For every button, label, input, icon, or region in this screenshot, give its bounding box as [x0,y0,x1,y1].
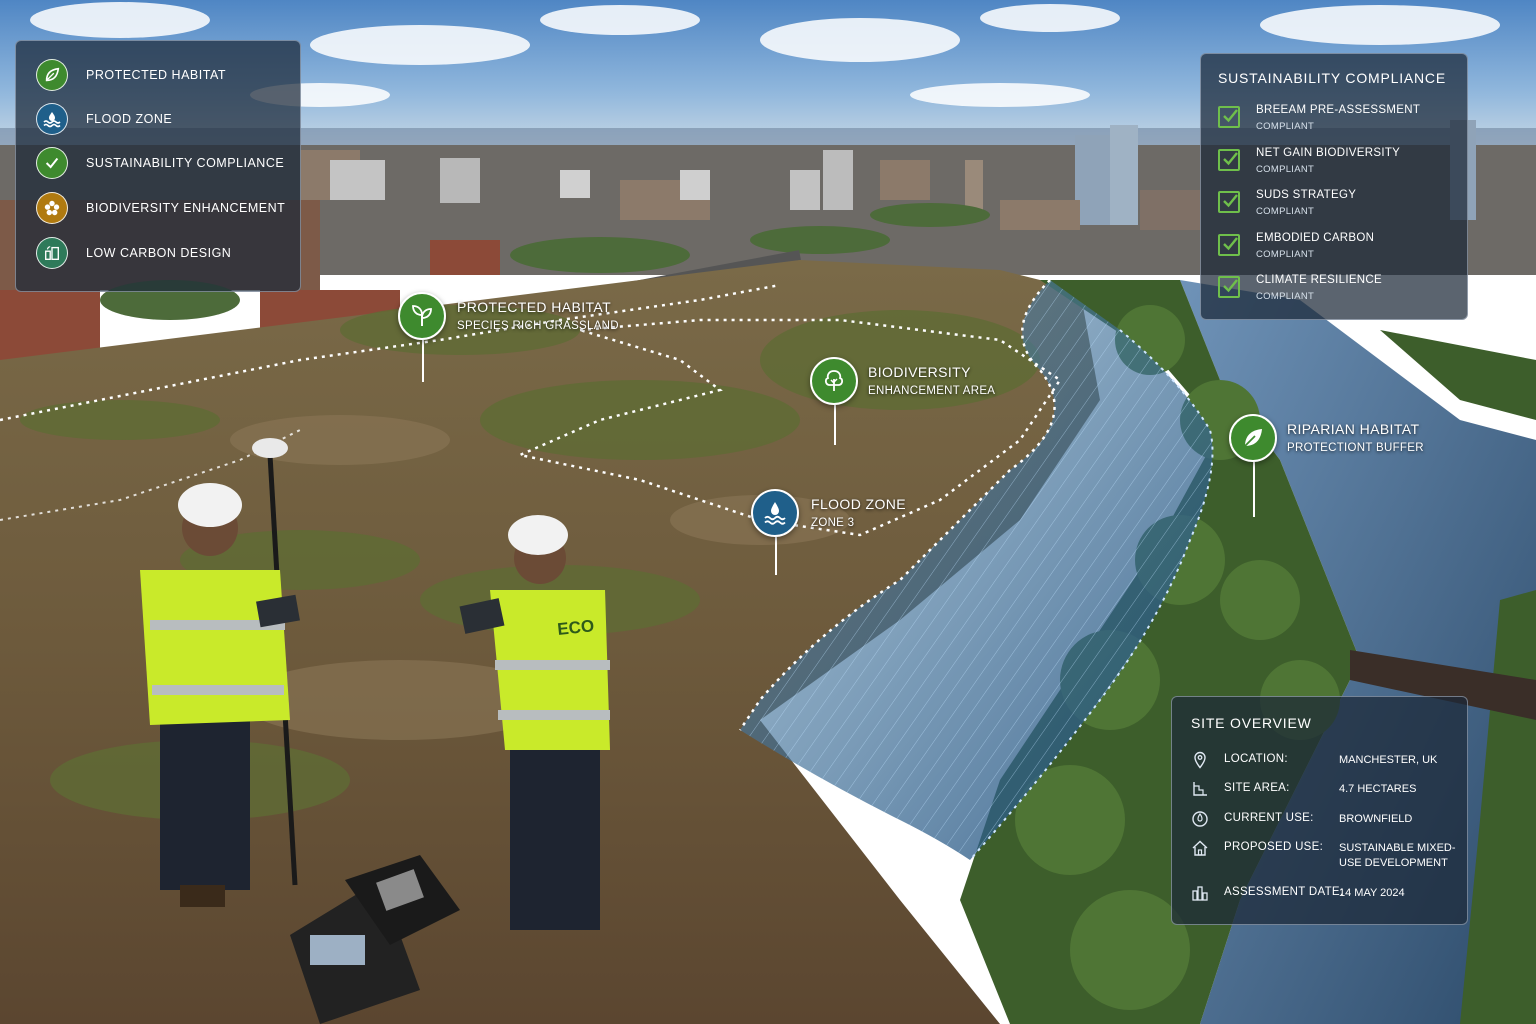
leaf-icon [1229,414,1277,462]
marker-stem [775,537,777,575]
overview-label: SITE AREA: [1224,782,1290,794]
checkbox-check-icon [1218,276,1240,298]
compliance-item-name: SUDS STRATEGY [1256,189,1357,201]
checkbox-check-icon [1218,149,1240,171]
legend-item-flood-zone[interactable]: FLOOD ZONE [36,101,172,137]
legend-label: LOW CARBON DESIGN [86,246,232,260]
overview-value: SUSTAINABLE MIXED-USE DEVELOPMENT [1339,842,1456,869]
checkmark-icon [36,147,68,179]
city-icon [1192,886,1208,901]
overview-value: 4.7 HECTARES [1339,783,1417,795]
marker-title: RIPARIAN HABITAT [1287,421,1420,437]
checkbox-check-icon [1218,106,1240,128]
overview-value: MANCHESTER, UK [1339,754,1438,766]
compliance-item-status: COMPLIANT [1256,164,1315,175]
overview-value: 14 MAY 2024 [1339,887,1405,899]
compliance-item-name: CLIMATE RESILIENCE [1256,274,1382,286]
building-icon [36,237,68,269]
water-wave-icon [751,489,799,537]
vest-eco-text: ECO [556,616,595,639]
leaf-sprout-icon [398,292,446,340]
legend-label: SUSTAINABILITY COMPLIANCE [86,156,285,170]
marker-title: FLOOD ZONE [811,496,907,512]
area-icon [1193,782,1207,796]
overview-label: CURRENT USE: [1224,812,1314,824]
compliance-item-name: BREEAM PRE-ASSESSMENT [1256,104,1421,116]
water-wave-icon [36,103,68,135]
compliance-item-status: COMPLIANT [1256,121,1315,132]
location-pin-icon [1194,751,1206,769]
map-legend-panel: PROTECTED HABITAT FLOOD ZONE SUSTAINABIL… [15,40,301,292]
legend-label: BIODIVERSITY ENHANCEMENT [86,201,286,215]
tree-icon [810,357,858,405]
site-overview-panel: SITE OVERVIEW LOCATION: MANCHESTER, UK S… [1171,696,1468,925]
target-icon [1192,811,1208,827]
compliance-title: SUSTAINABILITY COMPLIANCE [1218,70,1446,86]
marker-subtitle: PROTECTIONT BUFFER [1287,442,1424,454]
sustainability-compliance-panel: SUSTAINABILITY COMPLIANCE BREEAM PRE-ASS… [1200,53,1468,320]
legend-item-sustainability-compliance[interactable]: SUSTAINABILITY COMPLIANCE [36,145,284,181]
marker-subtitle: ENHANCEMENT AREA [868,385,996,397]
compliance-item-status: COMPLIANT [1256,249,1315,260]
marker-stem [834,405,836,445]
overview-label: LOCATION: [1224,753,1288,765]
home-icon [1192,840,1208,856]
compliance-item-name: NET GAIN BIODIVERSITY [1256,147,1401,159]
marker-stem [1253,462,1255,517]
compliance-item-status: COMPLIANT [1256,206,1315,217]
legend-item-protected-habitat[interactable]: PROTECTED HABITAT [36,57,226,93]
compliance-item-status: COMPLIANT [1256,291,1315,302]
flower-icon [36,192,68,224]
legend-label: FLOOD ZONE [86,112,173,126]
legend-item-low-carbon-design[interactable]: LOW CARBON DESIGN [36,235,231,271]
overview-label: PROPOSED USE: [1224,841,1324,853]
overview-value: BROWNFIELD [1339,813,1413,825]
legend-item-biodiversity-enhancement[interactable]: BIODIVERSITY ENHANCEMENT [36,190,285,226]
marker-subtitle: ZONE 3 [811,517,855,529]
leaf-icon [36,59,68,91]
overview-label: ASSESSMENT DATE: [1224,886,1344,898]
marker-subtitle: SPECIES RICH GRASSLAND [457,320,619,332]
marker-stem [422,340,424,382]
overview-title: SITE OVERVIEW [1191,715,1312,731]
compliance-item-name: EMBODIED CARBON [1256,232,1375,244]
checkbox-check-icon [1218,191,1240,213]
marker-title: BIODIVERSITY [868,364,971,380]
marker-title: PROTECTED HABITAT [457,299,612,315]
legend-label: PROTECTED HABITAT [86,68,226,82]
checkbox-check-icon [1218,234,1240,256]
